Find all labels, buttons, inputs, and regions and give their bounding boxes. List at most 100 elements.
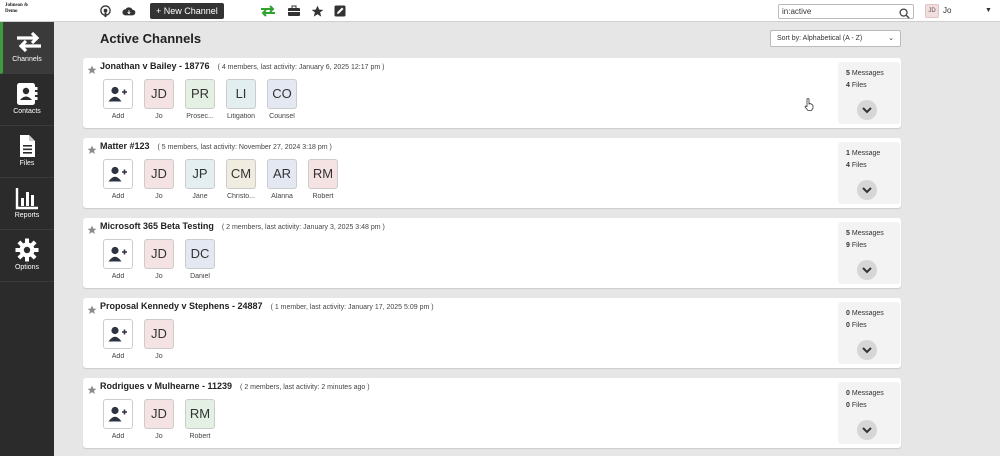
member-item[interactable]: CO Counsel: [264, 79, 300, 123]
expand-button[interactable]: [857, 420, 877, 440]
member-avatar: AR: [267, 159, 297, 189]
channel-title[interactable]: Matter #123 ( 5 members, last activity: N…: [100, 141, 332, 151]
channel-card[interactable]: Microsoft 365 Beta Testing ( 2 members, l…: [83, 218, 901, 288]
channel-card[interactable]: Proposal Kennedy v Stephens - 24887 ( 1 m…: [83, 298, 901, 368]
message-count: 5 Messages: [846, 230, 884, 237]
expand-button[interactable]: [857, 180, 877, 200]
channel-meta: ( 5 members, last activity: November 27,…: [157, 144, 332, 151]
podcast-icon[interactable]: [98, 4, 112, 18]
member-item[interactable]: LI Litigation: [223, 79, 259, 123]
star-icon[interactable]: [87, 142, 97, 154]
sidebar-item-label: Files: [19, 160, 35, 167]
message-count: 0 Messages: [846, 390, 884, 397]
file-count: 0 Files: [846, 402, 867, 409]
star-icon[interactable]: [87, 62, 97, 74]
chevron-down-icon: ⌄: [888, 35, 894, 42]
file-count: 4 Files: [846, 162, 867, 169]
star-icon[interactable]: [87, 222, 97, 234]
channel-card[interactable]: Jonathan v Bailey - 18776 ( 4 members, la…: [83, 58, 901, 128]
channel-name: Rodrigues v Mulhearne - 11239: [100, 381, 233, 391]
expand-button[interactable]: [857, 260, 877, 280]
member-name: Prosec...: [186, 113, 214, 120]
new-channel-button[interactable]: + New Channel: [150, 3, 224, 19]
star-icon[interactable]: [87, 302, 97, 314]
channel-card[interactable]: Rodrigues v Mulhearne - 11239 ( 2 members…: [83, 378, 901, 448]
member-avatar: CO: [267, 79, 297, 109]
add-member-button[interactable]: Add: [100, 319, 136, 363]
member-name: Daniel: [190, 273, 210, 280]
expand-button[interactable]: [857, 100, 877, 120]
add-member-button[interactable]: Add: [100, 239, 136, 283]
add-member-button[interactable]: Add: [100, 79, 136, 123]
member-avatar: CM: [226, 159, 256, 189]
chevron-down-icon: [862, 267, 872, 274]
message-count: 0 Messages: [846, 310, 884, 317]
member-item[interactable]: JD Jo: [141, 159, 177, 203]
channel-stats: 1 Message 4 Files: [838, 142, 900, 204]
user-avatar: JD: [925, 4, 939, 18]
gear-icon: [15, 238, 39, 262]
channel-stats: 5 Messages 9 Files: [838, 222, 900, 284]
channel-stats: 0 Messages 0 Files: [838, 302, 900, 364]
search-icon[interactable]: [899, 6, 911, 19]
channel-title[interactable]: Jonathan v Bailey - 18776 ( 4 members, la…: [100, 61, 384, 71]
channel-card[interactable]: Matter #123 ( 5 members, last activity: N…: [83, 138, 901, 208]
channel-title[interactable]: Microsoft 365 Beta Testing ( 2 members, l…: [100, 221, 385, 231]
channel-title[interactable]: Proposal Kennedy v Stephens - 24887 ( 1 m…: [100, 301, 434, 311]
sidebar-item-reports[interactable]: Reports: [0, 178, 54, 230]
sort-select[interactable]: Sort by: Alphabetical (A - Z) ⌄: [770, 30, 901, 47]
member-item[interactable]: JD Jo: [141, 239, 177, 283]
user-menu[interactable]: JD Jo ▼: [925, 3, 995, 19]
sidebar-item-label: Options: [14, 264, 40, 271]
chevron-down-icon: [862, 347, 872, 354]
sidebar-item-contacts[interactable]: Contacts: [0, 74, 54, 126]
sidebar: Channels Contacts Files Reports Options: [0, 22, 54, 456]
member-item[interactable]: CM Christo...: [223, 159, 259, 203]
sidebar-item-options[interactable]: Options: [0, 230, 54, 282]
page-title: Active Channels: [100, 31, 202, 46]
member-avatar: JD: [144, 159, 174, 189]
member-item[interactable]: DC Daniel: [182, 239, 218, 283]
member-item[interactable]: RM Robert: [182, 399, 218, 443]
member-name: Alanna: [271, 193, 293, 200]
member-name: Jo: [155, 433, 163, 440]
member-item[interactable]: JD Jo: [141, 399, 177, 443]
member-avatar: RM: [308, 159, 338, 189]
star-icon[interactable]: [87, 382, 97, 394]
member-item[interactable]: JP Jane: [182, 159, 218, 203]
add-member-button[interactable]: Add: [100, 159, 136, 203]
member-avatar: JD: [144, 399, 174, 429]
edit-icon[interactable]: [333, 4, 347, 18]
member-name: Robert: [189, 433, 211, 440]
top-bar: Johnson & Demo + New Channel JD Jo ▼: [0, 0, 1000, 22]
member-item[interactable]: RM Robert: [305, 159, 341, 203]
channel-meta: ( 2 members, last activity: January 3, 2…: [221, 224, 385, 231]
member-item[interactable]: JD Jo: [141, 319, 177, 363]
star-icon[interactable]: [310, 4, 324, 18]
briefcase-icon[interactable]: [287, 4, 301, 18]
channel-title[interactable]: Rodrigues v Mulhearne - 11239 ( 2 members…: [100, 381, 370, 391]
member-name: Add: [111, 353, 125, 360]
channel-name: Proposal Kennedy v Stephens - 24887: [100, 301, 263, 311]
member-name: Jo: [155, 113, 163, 120]
chevron-down-icon: [862, 187, 872, 194]
arrows-icon: [15, 30, 41, 54]
app-logo[interactable]: Johnson & Demo: [5, 3, 35, 15]
channel-meta: ( 2 members, last activity: 2 minutes ag…: [240, 384, 370, 391]
caret-down-icon: ▼: [985, 7, 992, 14]
search-input[interactable]: [782, 6, 894, 17]
member-item[interactable]: AR Alanna: [264, 159, 300, 203]
member-avatar: JD: [144, 239, 174, 269]
member-avatar: RM: [185, 399, 215, 429]
expand-button[interactable]: [857, 340, 877, 360]
transfer-arrows-icon[interactable]: [260, 4, 276, 18]
sidebar-item-channels[interactable]: Channels: [0, 22, 54, 74]
member-item[interactable]: PR Prosec...: [182, 79, 218, 123]
sidebar-item-files[interactable]: Files: [0, 126, 54, 178]
member-name: Litigation: [226, 113, 256, 120]
member-name: Jo: [155, 193, 163, 200]
add-member-button[interactable]: Add: [100, 399, 136, 443]
cloud-icon[interactable]: [122, 4, 136, 18]
channel-name: Jonathan v Bailey - 18776: [100, 61, 210, 71]
member-item[interactable]: JD Jo: [141, 79, 177, 123]
